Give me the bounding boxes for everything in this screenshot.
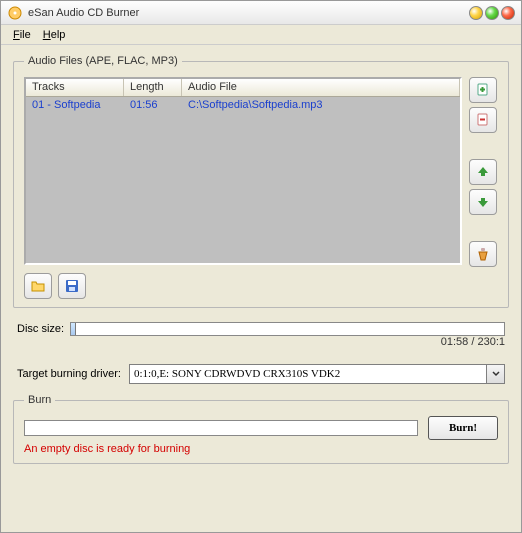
window-controls bbox=[469, 6, 515, 20]
menubar: File Help bbox=[1, 25, 521, 45]
open-folder-button[interactable] bbox=[24, 273, 52, 299]
burn-legend: Burn bbox=[24, 394, 55, 406]
titlebar: eSan Audio CD Burner bbox=[1, 1, 521, 25]
target-driver-select[interactable]: 0:1:0,E: SONY CDRWDVD CRX310S VDK2 bbox=[129, 364, 505, 384]
remove-file-button[interactable] bbox=[469, 107, 497, 133]
disc-size-fill bbox=[71, 323, 76, 335]
app-window: eSan Audio CD Burner File Help Audio Fil… bbox=[0, 0, 522, 533]
clear-list-button[interactable] bbox=[469, 241, 497, 267]
table-body: 01 - Softpedia 01:56 C:\Softpedia\Softpe… bbox=[26, 97, 460, 263]
menu-help[interactable]: Help bbox=[39, 27, 70, 43]
dropdown-button[interactable] bbox=[487, 364, 505, 384]
burn-progress bbox=[24, 420, 418, 436]
move-up-icon bbox=[475, 164, 491, 180]
move-down-icon bbox=[475, 194, 491, 210]
window-title: eSan Audio CD Burner bbox=[28, 7, 469, 19]
folder-buttons bbox=[24, 273, 498, 299]
col-audio-file[interactable]: Audio File bbox=[182, 79, 460, 96]
col-tracks[interactable]: Tracks bbox=[26, 79, 124, 96]
burn-button[interactable]: Burn! bbox=[428, 416, 498, 440]
add-file-icon bbox=[475, 82, 491, 98]
audio-files-table[interactable]: Tracks Length Audio File 01 - Softpedia … bbox=[24, 77, 462, 265]
target-driver-value: 0:1:0,E: SONY CDRWDVD CRX310S VDK2 bbox=[129, 364, 487, 384]
disc-size-progress bbox=[70, 322, 505, 336]
side-buttons bbox=[468, 77, 498, 267]
app-icon bbox=[7, 5, 23, 21]
cell-length: 01:56 bbox=[124, 98, 182, 112]
maximize-button[interactable] bbox=[485, 6, 499, 20]
chevron-down-icon bbox=[492, 370, 500, 378]
target-driver-row: Target burning driver: 0:1:0,E: SONY CDR… bbox=[17, 364, 505, 384]
client-area: Audio Files (APE, FLAC, MP3) Tracks Leng… bbox=[1, 45, 521, 532]
save-icon bbox=[64, 278, 80, 294]
open-folder-icon bbox=[30, 278, 46, 294]
move-down-button[interactable] bbox=[469, 189, 497, 215]
audio-files-legend: Audio Files (APE, FLAC, MP3) bbox=[24, 55, 182, 67]
add-file-button[interactable] bbox=[469, 77, 497, 103]
menu-file[interactable]: File bbox=[9, 27, 35, 43]
clear-list-icon bbox=[475, 246, 491, 262]
burn-status: An empty disc is ready for burning bbox=[24, 443, 498, 455]
cell-tracks: 01 - Softpedia bbox=[26, 98, 124, 112]
col-length[interactable]: Length bbox=[124, 79, 182, 96]
save-button[interactable] bbox=[58, 273, 86, 299]
close-button[interactable] bbox=[501, 6, 515, 20]
table-header: Tracks Length Audio File bbox=[26, 79, 460, 97]
disc-size-label: Disc size: bbox=[17, 323, 64, 335]
audio-files-group: Audio Files (APE, FLAC, MP3) Tracks Leng… bbox=[13, 55, 509, 308]
burn-group: Burn Burn! An empty disc is ready for bu… bbox=[13, 394, 509, 464]
remove-file-icon bbox=[475, 112, 491, 128]
move-up-button[interactable] bbox=[469, 159, 497, 185]
table-row[interactable]: 01 - Softpedia 01:56 C:\Softpedia\Softpe… bbox=[26, 97, 460, 113]
disc-size-text: 01:58 / 230:1 bbox=[13, 336, 505, 348]
disc-size-row: Disc size: bbox=[17, 322, 505, 336]
cell-file: C:\Softpedia\Softpedia.mp3 bbox=[182, 98, 460, 112]
minimize-button[interactable] bbox=[469, 6, 483, 20]
target-driver-label: Target burning driver: bbox=[17, 368, 121, 380]
